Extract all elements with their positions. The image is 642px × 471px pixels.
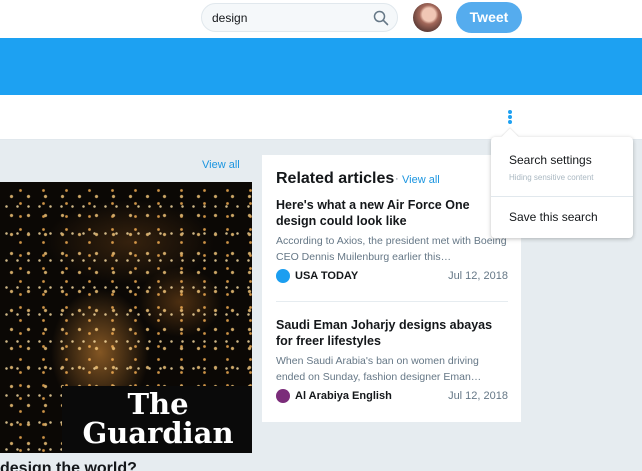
related-articles-panel: Related articles · View all Here's what … (262, 155, 521, 422)
menu-divider (491, 196, 633, 197)
article-snippet: According to Axios, the president met wi… (276, 235, 507, 263)
search-box[interactable] (201, 3, 398, 32)
search-settings-subtext: Hiding sensitive content (509, 173, 594, 182)
article-meta: USA TODAY Jul 12, 2018 (276, 269, 508, 285)
search-icon[interactable] (373, 10, 389, 26)
article-headline[interactable]: Saudi Eman Joharjy designs abayas for fr… (276, 317, 508, 349)
more-options-icon[interactable] (503, 108, 517, 126)
menu-item-search-settings[interactable]: Search settings (509, 153, 592, 167)
article-snippet: When Saudi Arabia's ban on women driving… (276, 355, 482, 383)
menu-item-save-search[interactable]: Save this search (509, 210, 598, 224)
article-date: Jul 12, 2018 (448, 390, 508, 402)
title-separator: · (395, 173, 399, 185)
al-arabiya-logo-icon (276, 389, 290, 403)
view-all-link[interactable]: View all (202, 159, 240, 171)
article-headline[interactable]: Here's what a new Air Force One design c… (276, 197, 508, 229)
search-toolbar (0, 95, 642, 140)
search-options-menu: Search settings Hiding sensitive content… (491, 128, 633, 238)
search-input[interactable] (212, 9, 372, 27)
usa-today-logo-icon (276, 269, 290, 283)
article-divider (276, 301, 508, 302)
list-item[interactable]: Saudi Eman Joharjy designs abayas for fr… (276, 317, 508, 405)
article-date: Jul 12, 2018 (448, 270, 508, 282)
list-item[interactable]: Here's what a new Air Force One design c… (276, 197, 508, 285)
related-articles-title: Related articles (276, 170, 395, 187)
top-nav-bar: Tweet (0, 0, 642, 38)
article-image[interactable]: The Guardian (0, 182, 252, 453)
avatar[interactable] (413, 3, 442, 32)
tweet-button[interactable]: Tweet (456, 2, 522, 33)
left-card-headline[interactable]: design the world? (0, 460, 137, 471)
guardian-logo-text: The Guardian (82, 387, 234, 450)
header-banner (0, 38, 642, 95)
article-meta: Al Arabiya English Jul 12, 2018 (276, 389, 508, 405)
related-view-all-link[interactable]: View all (402, 174, 440, 186)
guardian-logo: The Guardian (62, 386, 252, 453)
article-source[interactable]: Al Arabiya English (295, 390, 392, 402)
article-source[interactable]: USA TODAY (295, 270, 358, 282)
